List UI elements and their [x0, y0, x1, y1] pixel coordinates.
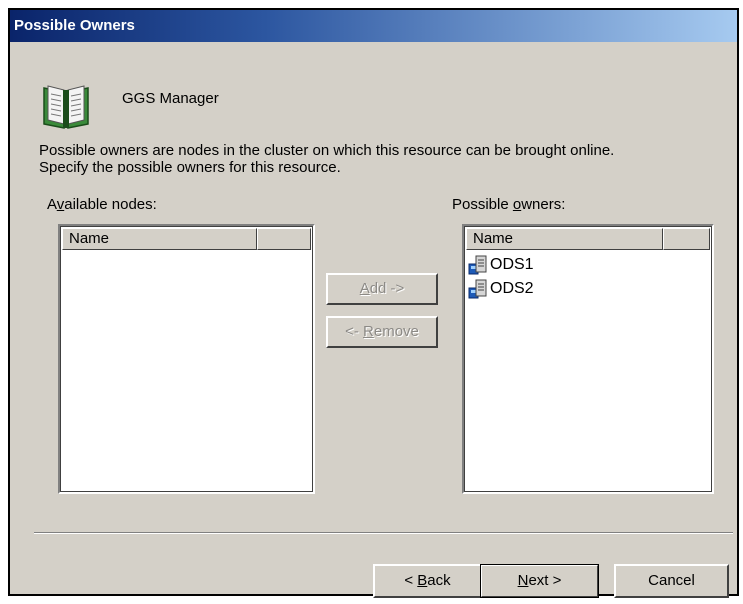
description-text: Possible owners are nodes in the cluster…	[39, 142, 729, 176]
cancel-button[interactable]: Cancel	[614, 564, 729, 598]
resource-name: GGS Manager	[122, 90, 219, 107]
possible-owners-list[interactable]: Name ODS1 ODS2	[462, 224, 714, 494]
list-item[interactable]: ODS2	[468, 278, 708, 300]
available-nodes-body[interactable]	[64, 254, 309, 488]
available-nodes-header: Name	[62, 228, 311, 250]
possible-owners-body[interactable]: ODS1 ODS2	[468, 254, 708, 488]
possible-owners-name-column[interactable]: Name	[466, 228, 663, 250]
remove-button[interactable]: <- Remove	[326, 316, 438, 348]
available-nodes-label: Available nodes:	[47, 196, 157, 213]
description-line-1: Possible owners are nodes in the cluster…	[39, 142, 615, 159]
possible-owners-label: Possible owners:	[452, 196, 566, 213]
possible-owners-extra-column[interactable]	[663, 228, 710, 250]
add-button[interactable]: Add ->	[326, 273, 438, 305]
separator	[34, 532, 733, 534]
possible-owners-dialog: Possible Owners GGS Manager Possible own…	[8, 8, 739, 598]
possible-owners-header: Name	[466, 228, 710, 250]
title-bar[interactable]: Possible Owners	[10, 10, 737, 42]
book-icon	[43, 85, 89, 129]
window-title: Possible Owners	[14, 17, 135, 34]
owner-label: ODS1	[490, 256, 534, 273]
next-button[interactable]: Next >	[480, 564, 599, 598]
description-line-2: Specify the possible owners for this res…	[39, 159, 341, 176]
available-nodes-extra-column[interactable]	[257, 228, 311, 250]
available-nodes-list[interactable]: Name	[58, 224, 315, 494]
list-item[interactable]: ODS1	[468, 254, 708, 276]
back-button[interactable]: < Back	[373, 564, 482, 598]
cluster-node-icon	[468, 279, 487, 299]
cluster-node-icon	[468, 255, 487, 275]
owner-label: ODS2	[490, 280, 534, 297]
available-nodes-name-column[interactable]: Name	[62, 228, 257, 250]
